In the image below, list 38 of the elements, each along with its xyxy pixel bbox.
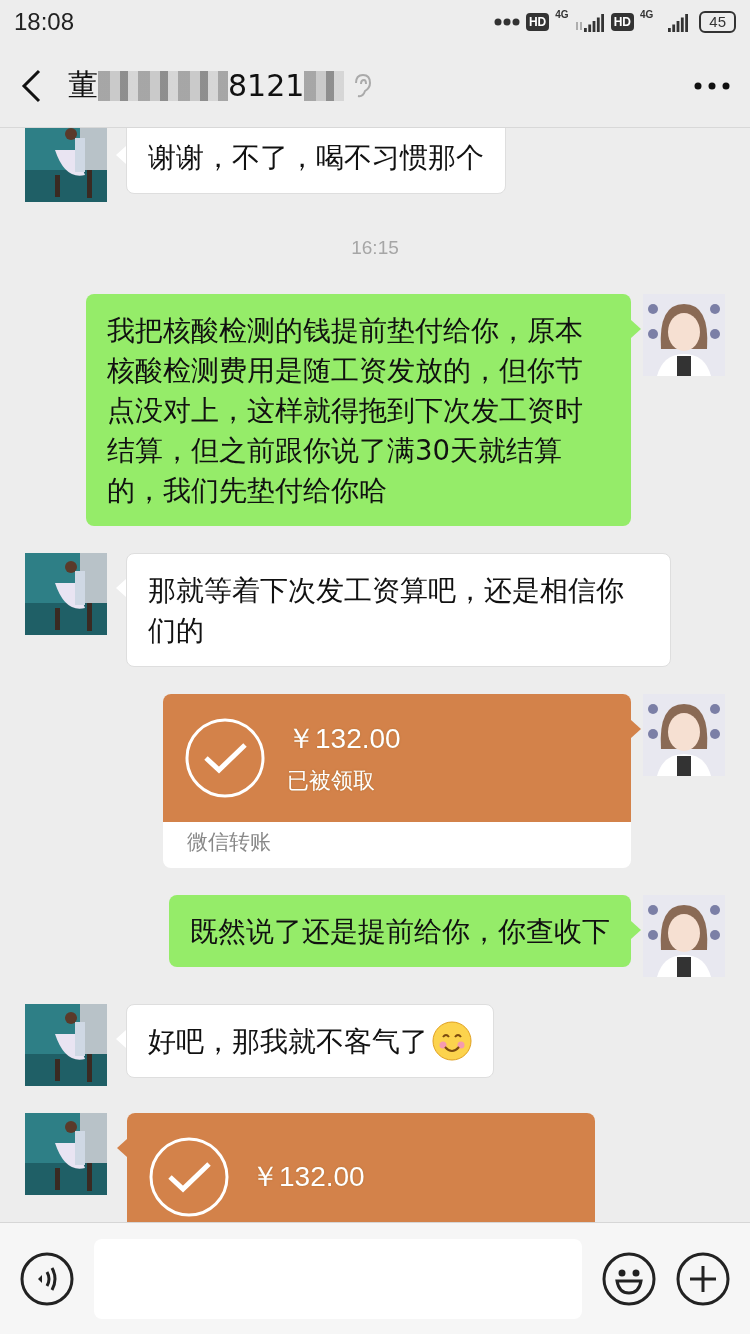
ear-icon [352,72,373,99]
transfer-amount: ￥132.00 [287,722,401,756]
smiley-icon[interactable] [602,1251,656,1306]
hd-badge: HD [525,13,550,31]
timestamp: 16:15 [351,236,399,260]
bubble-tail [631,720,641,738]
message-bubble: 我把核酸检测的钱提前垫付给你，原本核酸检测费用是随工资发放的，但你节点没对上，这样就得拖到下次发工资时结算，但之前跟你说了满30天就结算的，我们先垫付给你哈 [86,294,631,526]
hd-badge: HD [610,13,634,31]
message-bubble: 既然说了还是提前给你，你查收下 [169,895,631,967]
bubble-tail [117,1139,127,1157]
back-icon[interactable] [20,68,42,103]
status-time: 18:08 [14,8,75,36]
transfer-card[interactable]: ￥132.00 [127,1113,595,1222]
smiley-emoji-icon [432,1021,472,1061]
bubble-tail [631,320,641,338]
transfer-amount: ￥132.00 [251,1160,365,1194]
battery-level: 45 [699,11,736,33]
bubble-tail [116,579,126,597]
more-icon[interactable] [694,81,730,90]
message-bubble: 那就等着下次发工资算吧，还是相信你们的 [126,553,671,667]
transfer-status: 已被领取 [287,767,376,795]
chat-title: 8121 [228,68,305,103]
message-bubble: 好吧，那我就不客气了 [126,1004,494,1078]
network-type: 4G [555,9,569,20]
message-bubble: 谢谢，不了，喝不习惯那个 [126,128,506,194]
check-circle-icon [185,718,265,798]
network-type: 4G [639,9,654,20]
redaction-block [304,70,345,101]
bubble-tail [631,921,641,939]
check-circle-icon [149,1137,229,1217]
chat-title: 董 [68,66,98,104]
bubble-tail [116,1030,126,1048]
more-dots-icon [493,18,520,26]
bubble-tail [116,146,126,164]
transfer-label: 微信转账 [186,829,272,856]
voice-icon[interactable] [20,1251,74,1306]
transfer-card[interactable]: ￥132.00 已被领取 微信转账 [163,694,631,868]
plus-icon[interactable] [676,1251,730,1306]
